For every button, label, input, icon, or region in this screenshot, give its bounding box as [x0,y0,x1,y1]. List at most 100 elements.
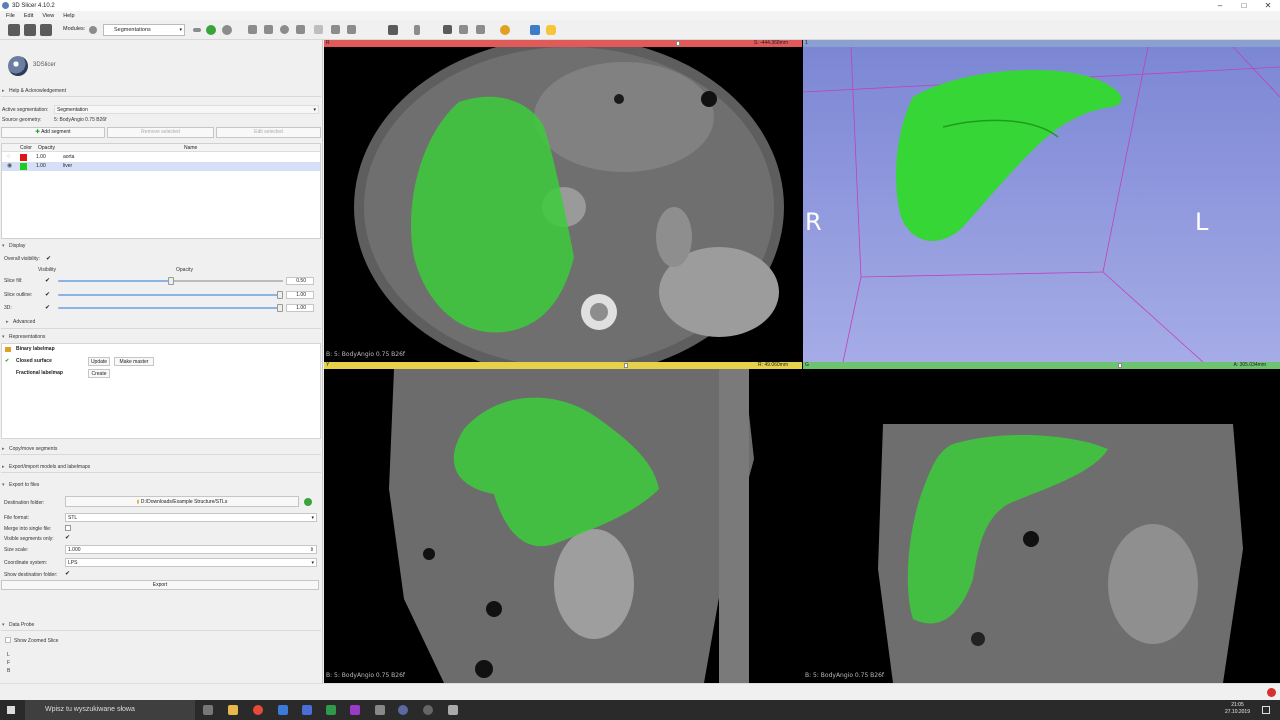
destination-folder-button[interactable]: ▮ D:/Downloads/Example Structure/STLs [65,496,299,507]
load-data-icon[interactable] [8,24,20,36]
remove-selected-button[interactable]: Remove selected [107,127,214,138]
back-icon[interactable] [206,25,216,35]
dcm-icon[interactable] [24,24,36,36]
extension-manager-icon[interactable] [530,25,540,35]
red-slice-view[interactable]: R S: -444.368mm B: 5: BodyAngio 0.75 B26… [324,40,802,362]
overall-visibility-checkbox[interactable]: ✔ [46,255,51,262]
file-explorer-icon[interactable] [228,705,238,715]
green-view-controller-bar[interactable]: G A: 305.034mm [803,362,1280,369]
module-selector[interactable]: Segmentations ▾ [103,24,185,36]
three-d-opacity-spinbox[interactable]: 1.00 [286,304,314,312]
error-log-icon[interactable] [1267,688,1276,697]
eye-closed-icon[interactable]: ◌ [7,153,11,162]
slice-outline-slider[interactable] [58,291,283,299]
chrome-icon[interactable] [253,705,263,715]
segment-color-swatch[interactable] [20,163,27,170]
section-advanced[interactable]: ▸ Advanced [6,319,35,325]
slice-fill-checkbox[interactable]: ✔ [45,277,50,284]
table-row[interactable]: ✔ Closed surface Update Make master [2,357,320,366]
module-search-icon[interactable] [89,26,97,34]
make-master-button[interactable]: Make master [114,357,154,366]
open-folder-icon[interactable] [304,498,312,506]
slice-outline-spinbox[interactable]: 1.00 [286,291,314,299]
green-slice-slider-handle[interactable] [1118,363,1122,368]
zoom-icon[interactable] [476,25,485,34]
transforms-module-icon[interactable] [296,25,305,34]
merge-single-file-checkbox[interactable] [65,525,71,531]
section-display[interactable]: ▾ Display [2,243,25,249]
three-d-view-controller-bar[interactable]: 1 [803,40,1280,47]
mail-icon[interactable] [278,705,288,715]
maximize-icon[interactable]: □ [1232,0,1256,11]
create-button[interactable]: Create [88,369,110,378]
eye-open-icon[interactable]: ◉ [7,162,12,171]
slice-fill-spinbox[interactable]: 0.50 [286,277,314,285]
screenshot-icon[interactable] [443,25,452,34]
task-view-icon[interactable] [203,705,213,715]
section-export-to-files[interactable]: ▾ Export to files [2,482,39,488]
menu-help[interactable]: Help [63,13,74,19]
settings-taskbar-icon[interactable] [423,705,433,715]
mouse-mode-icon[interactable] [414,25,420,35]
segment-color-swatch[interactable] [20,154,27,161]
python-console-icon[interactable] [546,25,556,35]
green-slice-view[interactable]: G A: 305.034mm B: 5: BodyAngio 0.75 B26f [803,362,1280,683]
slice-fill-slider[interactable] [58,277,283,285]
excel-icon[interactable] [326,705,336,715]
editor-icon[interactable] [331,25,340,34]
section-representations[interactable]: ▾ Representations [2,334,45,340]
segments-table[interactable]: Color Opacity Name ◌ 1.00 aorta ◉ 1.00 l… [1,143,321,239]
start-icon[interactable] [7,706,15,714]
menu-edit[interactable]: Edit [24,13,33,19]
add-segment-button[interactable]: ✚ Add segment [1,127,105,138]
calculator-icon[interactable] [375,705,385,715]
table-row[interactable]: Fractional labelmap Create [2,369,320,378]
notifications-icon[interactable] [1262,706,1270,714]
three-d-checkbox[interactable]: ✔ [45,304,50,311]
yellow-slice-slider-handle[interactable] [624,363,628,368]
table-row[interactable]: ◌ 1.00 aorta [2,153,320,162]
three-d-view[interactable]: 1 R L [803,40,1280,362]
data-module-icon[interactable] [248,25,257,34]
chart-app-icon[interactable] [448,705,458,715]
word-icon[interactable] [302,705,312,715]
file-format-select[interactable]: STL ▾ [65,513,317,522]
three-d-opacity-slider[interactable] [58,304,283,312]
slicer-taskbar-icon[interactable] [398,705,408,715]
layout-icon[interactable] [388,25,398,35]
taskbar-clock[interactable]: 21:05 27.10.2019 [1225,702,1250,716]
edit-selected-button[interactable]: Edit selected [216,127,321,138]
size-scale-spinbox[interactable]: 1.000 ⇕ [65,545,317,554]
taskbar-search-input[interactable]: Wpisz tu wyszukiwane słowa [25,700,195,720]
show-zoomed-checkbox[interactable] [5,637,11,643]
section-data-probe[interactable]: ▾ Data Probe [2,622,34,628]
volumes-module-icon[interactable] [264,25,273,34]
visible-segments-checkbox[interactable]: ✔ [65,534,70,541]
coordinate-system-select[interactable]: LPS ▾ [65,558,317,567]
update-button[interactable]: Update [88,357,110,366]
red-slice-slider-handle[interactable] [676,41,680,46]
scene-view-icon[interactable] [459,25,468,34]
yellow-slice-view[interactable]: Y R: 49.060mm B: 5: BodyAngio 0.75 B26f [324,362,802,683]
section-copy-move[interactable]: ▸ Copy/move segments [2,446,57,452]
active-segmentation-select[interactable]: Segmentation ▾ [54,105,319,114]
section-export-import[interactable]: ▸ Export/import models and labelmaps [2,464,90,470]
red-view-controller-bar[interactable]: R S: -444.368mm [324,40,802,47]
markups-icon[interactable] [314,25,323,34]
save-icon[interactable] [40,24,52,36]
segment-editor-icon[interactable] [347,25,356,34]
slice-outline-checkbox[interactable]: ✔ [45,291,50,298]
crosshair-icon[interactable] [500,25,510,35]
menu-file[interactable]: File [6,13,15,19]
close-icon[interactable]: ✕ [1256,0,1280,11]
export-button[interactable]: Export [1,580,319,590]
models-module-icon[interactable] [280,25,289,34]
section-help[interactable]: ▸ Help & Acknowledgement [2,88,66,94]
minimize-icon[interactable]: – [1208,0,1232,11]
table-row[interactable]: Binary labelmap [2,345,320,354]
source-geometry-value[interactable]: 5: BodyAngio 0.75 B26f [54,117,107,123]
forward-icon[interactable] [222,25,232,35]
menu-view[interactable]: View [42,13,54,19]
show-destination-checkbox[interactable]: ✔ [65,570,70,577]
table-row[interactable]: ◉ 1.00 liver [2,162,320,171]
